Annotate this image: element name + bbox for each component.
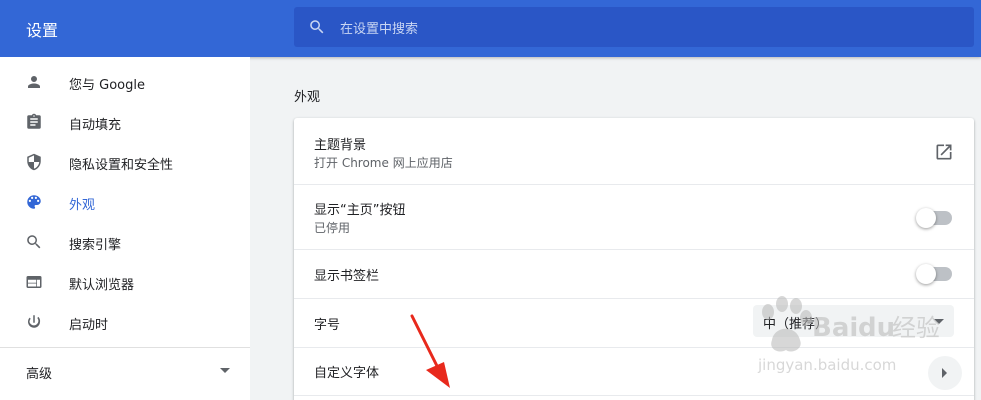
palette-icon (27, 195, 41, 209)
baidu-watermark: Bai du 经验 jingyan.baidu.com (757, 296, 940, 374)
sidebar-item-on-startup[interactable]: 启动时 (0, 302, 250, 342)
theme-row[interactable]: 主题背景 打开 Chrome 网上应用店 (294, 118, 974, 184)
chevron-down-icon[interactable] (220, 368, 230, 373)
row-title: 显示“主页”按钮 (314, 203, 406, 218)
svg-text:jingyan.baidu.com: jingyan.baidu.com (757, 356, 896, 374)
sidebar-item-label: 搜索引擎 (69, 238, 122, 253)
sidebar-item-label: 您与 Google (69, 78, 145, 93)
sidebar-item-label: 自动填充 (69, 118, 122, 133)
sidebar-item-privacy[interactable]: 隐私设置和安全性 (0, 142, 250, 182)
sidebar-item-autofill[interactable]: 自动填充 (0, 102, 250, 142)
section-title: 外观 (294, 90, 321, 105)
toggle-knob (916, 264, 936, 284)
sidebar-item-label: 外观 (69, 198, 96, 213)
shield-icon (27, 153, 41, 171)
toggle-knob (916, 208, 936, 228)
browser-window-icon (26, 276, 42, 288)
clipboard-icon (27, 113, 41, 129)
sidebar-item-default-browser[interactable]: 默认浏览器 (0, 262, 250, 302)
page-title: 设置 (26, 21, 59, 40)
row-title: 主题背景 (314, 138, 367, 153)
sidebar: 您与 Google 自动填充 隐私设置和安全性 外观 搜索引擎 默认浏览器 启动… (0, 57, 250, 400)
search-icon (27, 235, 41, 249)
row-subtitle: 打开 Chrome 网上应用店 (314, 156, 453, 170)
person-icon (28, 76, 40, 88)
row-subtitle: 已停用 (314, 221, 351, 235)
sidebar-item-label: 默认浏览器 (69, 278, 135, 293)
svg-text:du: du (858, 313, 895, 343)
bookmarks-bar-toggle[interactable] (916, 264, 952, 284)
search-icon (310, 20, 324, 34)
home-button-toggle[interactable] (916, 208, 952, 228)
top-bar: 设置 在设置中搜索 (0, 0, 981, 57)
home-button-row[interactable]: 显示“主页”按钮 已停用 (294, 185, 974, 250)
search-placeholder: 在设置中搜索 (340, 22, 419, 37)
sidebar-item-you-and-google[interactable]: 您与 Google (0, 62, 250, 102)
external-link-icon[interactable] (934, 142, 954, 162)
row-divider (294, 395, 974, 396)
row-title: 自定义字体 (314, 366, 380, 381)
sidebar-divider (0, 347, 250, 348)
sidebar-item-label: 启动时 (69, 318, 109, 333)
svg-text:Bai: Bai (812, 313, 858, 343)
svg-text:经验: 经验 (892, 314, 940, 342)
row-title: 显示书签栏 (314, 269, 380, 284)
search-input[interactable]: 在设置中搜索 (294, 7, 974, 47)
sidebar-advanced-label[interactable]: 高级 (26, 363, 52, 382)
row-title: 字号 (314, 318, 341, 333)
sidebar-item-appearance[interactable]: 外观 (0, 182, 250, 222)
sidebar-item-search-engine[interactable]: 搜索引擎 (0, 222, 250, 262)
sidebar-item-label: 隐私设置和安全性 (69, 158, 174, 173)
power-icon (28, 315, 41, 328)
